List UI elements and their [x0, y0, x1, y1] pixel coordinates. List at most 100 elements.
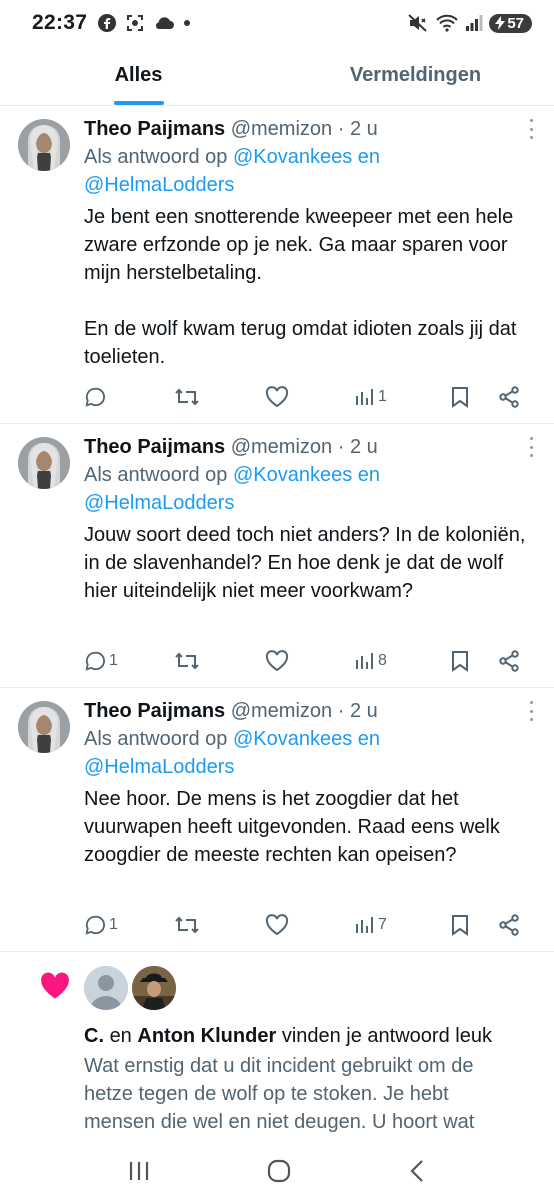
tweet-actions: 1 8	[84, 646, 528, 676]
cloud-icon	[156, 17, 175, 29]
author-handle: @memizon	[230, 436, 333, 458]
reply-button[interactable]: 1	[84, 914, 174, 936]
recent-apps-icon[interactable]	[127, 1160, 151, 1182]
reply-prefix: Als antwoord op	[84, 146, 228, 168]
tab-alles-label: Alles	[114, 64, 163, 86]
author-name[interactable]: Theo Paijmans	[84, 118, 225, 140]
separator-dot: ·	[337, 436, 345, 458]
share-button[interactable]	[498, 650, 520, 672]
connector-text: en	[109, 1025, 132, 1047]
liker-name[interactable]: C.	[84, 1025, 104, 1047]
battery-level: 57	[507, 14, 524, 32]
reply-prefix: Als antwoord op	[84, 464, 228, 486]
like-summary: C. en Anton Klunder vinden je antwoord l…	[84, 1022, 492, 1050]
reply-prefix: Als antwoord op	[84, 728, 228, 750]
more-options-icon[interactable]	[526, 701, 536, 721]
like-notification[interactable]: C. en Anton Klunder vinden je antwoord l…	[0, 952, 554, 1142]
bookmark-button[interactable]	[451, 650, 498, 672]
charging-icon	[495, 16, 506, 30]
reply-button[interactable]: 1	[84, 650, 174, 672]
share-icon	[499, 914, 519, 936]
tab-vermeldingen[interactable]: Vermeldingen	[277, 46, 554, 105]
separator-dot: ·	[337, 700, 345, 722]
reply-context: Als antwoord op @Kovankees en @HelmaLodd…	[84, 461, 530, 517]
views-button[interactable]: 1	[355, 387, 451, 407]
tweet[interactable]: Theo Paijmans @memizon · 2 u Als antwoor…	[0, 689, 554, 952]
tab-vermeldingen-label: Vermeldingen	[349, 64, 482, 86]
retweet-button[interactable]	[174, 386, 265, 408]
reply-mention[interactable]: @Kovankees en	[233, 728, 380, 750]
reply-mention[interactable]: @Kovankees en	[233, 464, 380, 486]
reply-button[interactable]	[84, 386, 174, 408]
views-icon	[356, 389, 373, 405]
signal-icon	[466, 15, 483, 31]
bookmark-button[interactable]	[451, 914, 498, 936]
reply-mention[interactable]: @HelmaLodders	[84, 756, 234, 778]
tweet-text: Je bent een snotterende kweepeer met een…	[84, 206, 517, 368]
reply-icon	[85, 387, 105, 407]
views-button[interactable]: 7	[355, 915, 451, 935]
like-button[interactable]	[265, 650, 355, 672]
avatar[interactable]	[18, 437, 70, 489]
tweet-actions: 1 7	[84, 910, 528, 940]
bookmark-icon	[452, 651, 468, 672]
share-button[interactable]	[498, 914, 520, 936]
retweet-icon	[175, 652, 199, 670]
author-name[interactable]: Theo Paijmans	[84, 436, 225, 458]
retweet-button[interactable]	[174, 650, 265, 672]
views-count: 8	[378, 652, 387, 669]
avatar[interactable]	[18, 119, 70, 171]
share-icon	[499, 650, 519, 672]
bookmark-icon	[452, 915, 468, 936]
reply-count: 1	[109, 652, 118, 669]
author-handle: @memizon	[230, 700, 333, 722]
tweet[interactable]: Theo Paijmans @memizon · 2 u Als antwoor…	[0, 107, 554, 424]
retweet-icon	[175, 916, 199, 934]
views-count: 7	[378, 916, 387, 933]
status-time: 22:37	[32, 11, 88, 34]
active-tab-indicator	[113, 101, 164, 105]
battery-indicator: 57	[489, 13, 532, 33]
reply-mention[interactable]: @HelmaLodders	[84, 174, 234, 196]
author-handle: @memizon	[230, 118, 333, 140]
separator-dot: ·	[337, 118, 345, 140]
reply-mention[interactable]: @Kovankees en	[233, 146, 380, 168]
like-button[interactable]	[265, 386, 355, 408]
liker-name[interactable]: Anton Klunder	[137, 1025, 276, 1047]
more-options-icon[interactable]	[526, 437, 536, 457]
home-icon[interactable]	[266, 1159, 292, 1183]
tab-alles[interactable]: Alles	[0, 46, 277, 105]
bookmark-button[interactable]	[451, 386, 498, 408]
notification-dot-icon	[184, 20, 191, 26]
share-icon	[499, 386, 519, 408]
avatar[interactable]	[18, 701, 70, 753]
tweet[interactable]: Theo Paijmans @memizon · 2 u Als antwoor…	[0, 425, 554, 688]
tweet-time: 2 u	[349, 436, 378, 458]
reply-context: Als antwoord op @Kovankees en @HelmaLodd…	[84, 725, 530, 781]
like-heart-icon	[41, 972, 69, 999]
tweet-time: 2 u	[349, 700, 378, 722]
retweet-icon	[175, 388, 199, 406]
heart-icon	[265, 650, 289, 672]
avatar[interactable]	[132, 966, 176, 1010]
more-options-icon[interactable]	[526, 119, 536, 139]
notification-tabs: Alles Vermeldingen	[0, 46, 554, 106]
tweet-text: Jouw soort deed toch niet anders? In de …	[84, 524, 531, 602]
facebook-icon	[98, 14, 117, 32]
back-icon[interactable]	[407, 1159, 427, 1183]
liked-tweet-preview: Wat ernstig dat u dit incident gebruikt …	[84, 1055, 475, 1133]
reply-mention[interactable]: @HelmaLodders	[84, 492, 234, 514]
share-button[interactable]	[498, 386, 520, 408]
author-name[interactable]: Theo Paijmans	[84, 700, 225, 722]
reply-context: Als antwoord op @Kovankees en @HelmaLodd…	[84, 143, 530, 199]
screenshot-icon	[127, 15, 144, 31]
heart-icon	[265, 386, 289, 408]
views-button[interactable]: 8	[355, 651, 451, 671]
reply-icon	[85, 915, 105, 935]
avatar[interactable]	[84, 966, 128, 1010]
bookmark-icon	[452, 387, 468, 408]
retweet-button[interactable]	[174, 914, 265, 936]
heart-icon	[265, 914, 289, 936]
like-button[interactable]	[265, 914, 355, 936]
tweet-text: Nee hoor. De mens is het zoogdier dat he…	[84, 788, 506, 866]
